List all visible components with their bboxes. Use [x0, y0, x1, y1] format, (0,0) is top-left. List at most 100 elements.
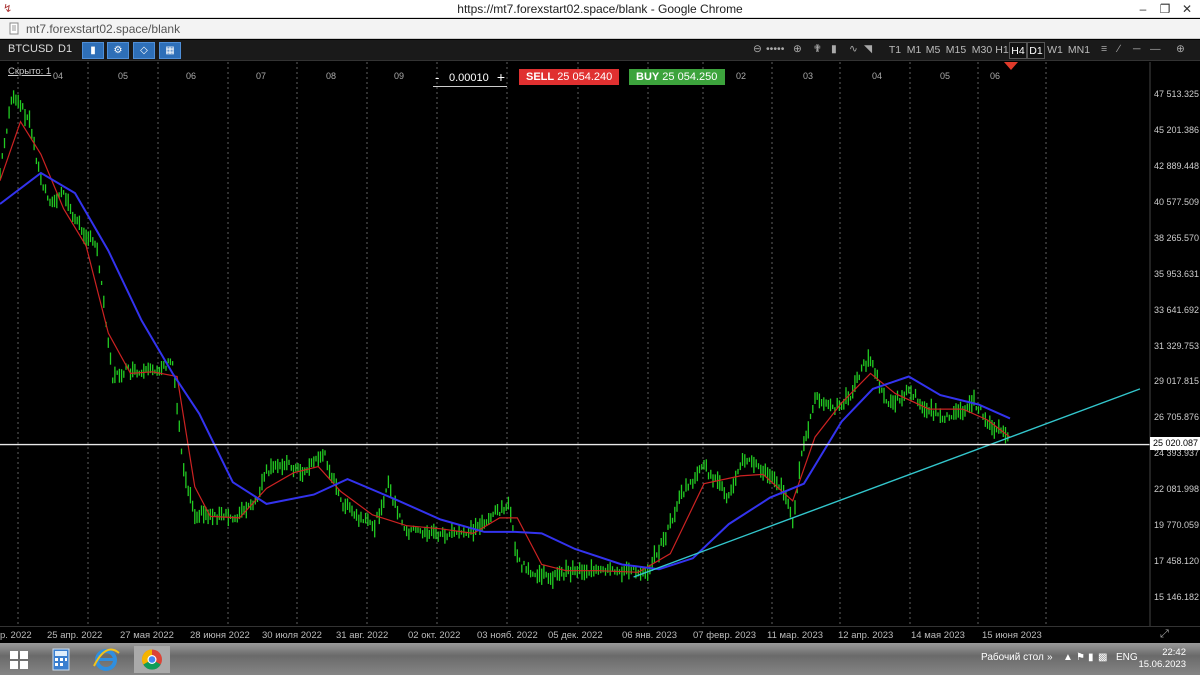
month-mark: 06 [186, 71, 197, 81]
month-mark: 04 [53, 71, 64, 81]
desktop-toolbar-label[interactable]: Рабочий стол [981, 652, 1044, 663]
collapse-icon[interactable]: — [1150, 43, 1161, 55]
internet-explorer-icon[interactable] [88, 646, 124, 673]
close-icon[interactable]: ✕ [1176, 0, 1198, 18]
date-tick-label: 25 апр. 2022 [47, 630, 103, 641]
area-chart-icon[interactable]: ◥ [864, 43, 872, 55]
timeframe-m30[interactable]: M30 [969, 42, 995, 59]
volume-input[interactable]: 0.00010 [449, 72, 489, 84]
date-tick-label: 11 мар. 2023 [767, 630, 824, 641]
price-tick-label: 31 329.753 [1154, 340, 1200, 351]
zoom-in-icon[interactable]: ⊕ [793, 43, 802, 55]
timeframe-t1[interactable]: T1 [886, 42, 904, 59]
month-mark: 09 [394, 71, 405, 81]
price-tick-label: 45 201.386 [1154, 124, 1200, 135]
screen: ↯ https://mt7.forexstart02.space/blank -… [0, 0, 1200, 675]
add-icon[interactable]: ⊕ [1176, 43, 1185, 55]
timeframe-w1[interactable]: W1 [1046, 42, 1064, 59]
price-tick-label: 42 889.448 [1154, 160, 1200, 171]
period-separator-marker [1004, 62, 1018, 70]
bar-chart-button[interactable]: ▮ [82, 42, 104, 59]
minimize-icon[interactable]: – [1132, 0, 1154, 18]
tray-battery-icon[interactable]: ▮ [1088, 652, 1094, 663]
windows-start-icon[interactable] [1, 646, 37, 673]
date-tick-label: 03 нояб. 2022 [477, 630, 538, 641]
clock-date: 15.06.2023 [1138, 659, 1186, 670]
url-text[interactable]: mt7.forexstart02.space/blank [26, 22, 180, 36]
buy-label: BUY [636, 71, 660, 83]
timeframe-h1[interactable]: H1 [994, 42, 1010, 59]
price-tick-label: 33 641.692 [1154, 304, 1200, 315]
date-tick-label: 31 авг. 2022 [336, 630, 389, 641]
date-tick-label: 07 февр. 2023 [693, 630, 757, 641]
zoom-slider[interactable]: ••••• [766, 43, 784, 55]
toolbar-chevron-icon[interactable]: » [1047, 652, 1053, 663]
system-clock[interactable]: 22:42 15.06.2023 [1138, 647, 1186, 671]
settings-button[interactable]: ▦ [159, 42, 181, 59]
address-bar[interactable]: mt7.forexstart02.space/blank [0, 19, 1200, 39]
zoom-out-icon[interactable]: ⊖ [753, 43, 762, 55]
month-mark: 04 [872, 71, 883, 81]
browser-title-bar: ↯ https://mt7.forexstart02.space/blank -… [0, 0, 1200, 18]
page-info-icon[interactable] [9, 22, 19, 35]
volume-stepper[interactable]: - 0.00010 + [433, 69, 507, 87]
tray-flag-icon[interactable]: ⚑ [1076, 652, 1085, 663]
language-indicator[interactable]: ENG [1116, 652, 1138, 663]
timeframe-d1[interactable]: D1 [1027, 42, 1045, 59]
hidden-orders-link[interactable]: Скрыто: 1 [8, 66, 51, 77]
timeframe-m5[interactable]: M5 [923, 42, 943, 59]
timeframe-m1[interactable]: M1 [905, 42, 923, 59]
price-tick-label: 47 513.325 [1154, 89, 1200, 99]
month-mark: 08 [326, 71, 337, 81]
date-tick-label: 14 мая 2023 [911, 630, 965, 641]
timeframe-h4[interactable]: H4 [1009, 42, 1027, 59]
month-mark: 03 [803, 71, 814, 81]
date-tick-label: 05 дек. 2022 [548, 630, 603, 641]
date-tick-label: р. 2022 [0, 630, 32, 641]
draw-icon[interactable]: ∕ [1118, 43, 1120, 55]
month-mark: 05 [118, 71, 129, 81]
sell-price: 25 054.240 [557, 71, 613, 83]
chrome-icon[interactable] [134, 646, 170, 673]
sell-button[interactable]: SELL 25 054.240 [519, 69, 619, 85]
indicators-button[interactable]: ⚙ [107, 42, 129, 59]
autoscroll-icon[interactable]: ⤢ [1160, 628, 1169, 641]
terminal-toolbar: BTCUSD D1 ▮ ⚙ ◇ ▦ ⊖ ••••• ⊕ ✟ ▮ ∿ ◥ T1 M… [0, 40, 1200, 61]
buy-button[interactable]: BUY 25 054.250 [629, 69, 725, 85]
fast-ma-line [0, 120, 1011, 573]
buy-price: 25 054.250 [662, 71, 718, 83]
date-tick-label: 06 янв. 2023 [622, 630, 678, 641]
candles-icon[interactable]: ▮ [831, 43, 837, 55]
window-title: https://mt7.forexstart02.space/blank - G… [457, 2, 743, 16]
restore-icon[interactable]: ❐ [1154, 0, 1176, 18]
tray-up-icon[interactable]: ▲ [1063, 652, 1073, 663]
price-tick-label: 38 265.570 [1154, 232, 1200, 243]
chart-canvas[interactable] [0, 62, 1200, 626]
volume-plus-button[interactable]: + [497, 69, 505, 85]
volume-minus-button[interactable]: - [435, 70, 439, 85]
current-price-label: 25 020.087 [1150, 437, 1200, 450]
date-tick-label: 30 июля 2022 [262, 630, 322, 641]
calculator-icon[interactable] [43, 646, 79, 673]
period-label[interactable]: D1 [58, 43, 72, 55]
hline-icon[interactable]: ─ [1133, 43, 1140, 55]
tray-network-icon[interactable]: ▩ [1098, 652, 1107, 663]
date-axis: р. 2022 25 апр. 2022 27 мая 2022 28 июня 20… [0, 626, 1200, 642]
price-tick-label: 26 705.876 [1154, 412, 1200, 423]
date-tick-label: 27 мая 2022 [120, 630, 174, 641]
objects-button[interactable]: ◇ [133, 42, 155, 59]
timeframe-mn1[interactable]: MN1 [1066, 42, 1092, 59]
price-chart[interactable]: Скрыто: 1 - 0.00010 + SELL 25 054.240 BU… [0, 62, 1200, 626]
price-tick-label: 17 458.120 [1154, 556, 1200, 567]
month-mark: 06 [990, 71, 1001, 81]
crosshair-icon[interactable]: ✟ [813, 43, 822, 55]
date-tick-label: 15 июня 2023 [982, 630, 1042, 641]
date-tick-label: 02 окт. 2022 [408, 630, 461, 641]
price-tick-label: 19 770.059 [1154, 520, 1200, 531]
date-tick-label: 12 апр. 2023 [838, 630, 894, 641]
timeframe-m15[interactable]: M15 [943, 42, 969, 59]
symbol-label[interactable]: BTCUSD [8, 43, 53, 55]
list-icon[interactable]: ≡ [1101, 43, 1107, 55]
date-tick-label: 28 июня 2022 [190, 630, 250, 641]
line-chart-icon[interactable]: ∿ [849, 43, 858, 55]
